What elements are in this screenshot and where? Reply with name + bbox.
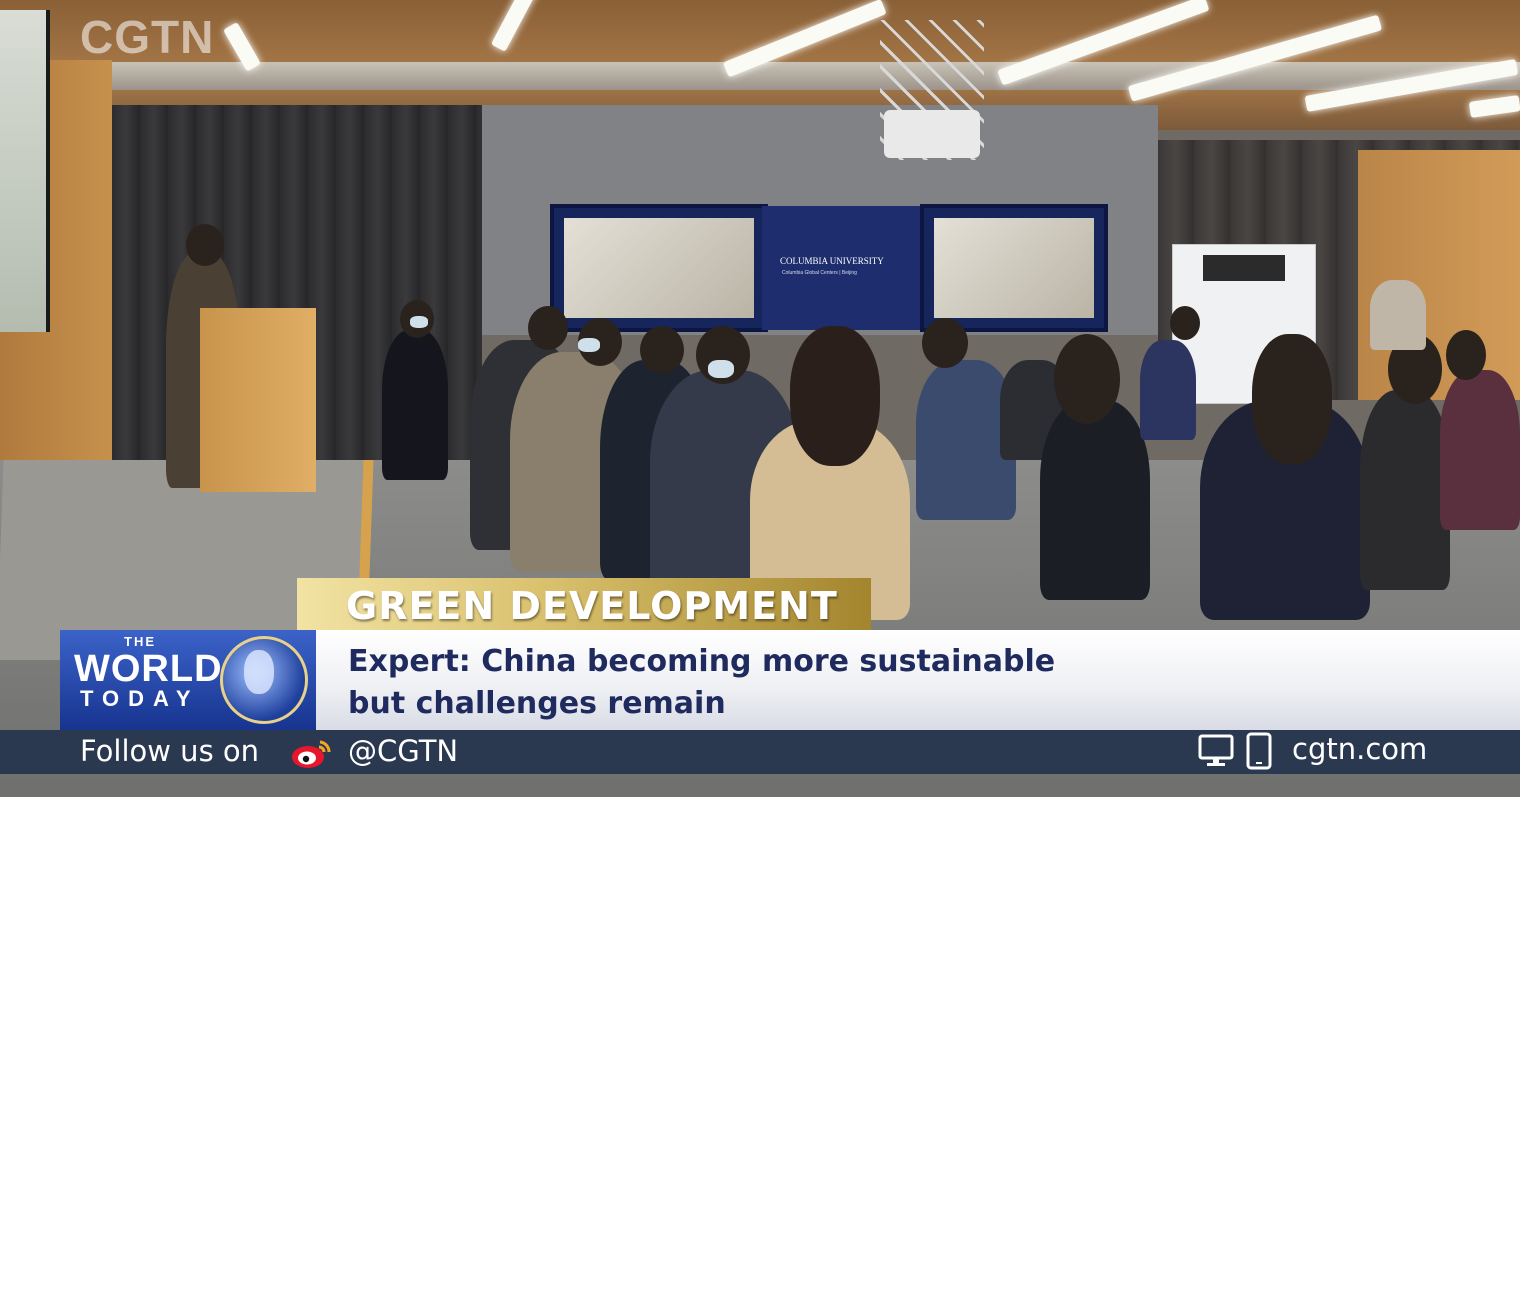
camera-operator: [1370, 280, 1426, 350]
ceiling-beam: [70, 62, 1520, 90]
audience-member: [1360, 390, 1450, 590]
program-logo-the: THE: [124, 634, 156, 649]
website-label: cgtn.com: [1292, 732, 1428, 766]
audience-head: [790, 326, 880, 466]
audience-head: [922, 318, 968, 368]
social-handle: @CGTN: [348, 734, 459, 768]
audience-head: [1252, 334, 1332, 464]
phone-icon: [1246, 732, 1272, 770]
university-banner: COLUMBIA UNIVERSITY Columbia Global Cent…: [762, 206, 920, 330]
face-mask: [578, 338, 600, 352]
program-logo-world: WORLD: [74, 648, 223, 690]
face-mask: [410, 316, 428, 328]
audience-head: [1054, 334, 1120, 424]
speaker-head: [186, 224, 224, 266]
podium: [200, 308, 316, 492]
staff-member: [382, 330, 448, 480]
headline-line-1: Expert: China becoming more sustainable: [348, 644, 1056, 679]
program-logo-today: TODAY: [80, 686, 200, 711]
banner-subtitle: Columbia Global Centers | Beijing: [782, 270, 857, 276]
headline-line-2: but challenges remain: [348, 686, 726, 721]
display-screen-right: [920, 204, 1108, 332]
audience-member: [1440, 370, 1520, 530]
channel-logo: CGTN: [80, 11, 215, 63]
audience-member: [1040, 400, 1150, 600]
projection-screen: [0, 10, 50, 332]
audience-member: [1140, 340, 1196, 440]
face-mask: [708, 360, 734, 378]
audience-head: [640, 326, 684, 374]
display-screen-left: [550, 204, 768, 332]
weibo-icon: [292, 740, 331, 768]
audience-head: [1170, 306, 1200, 340]
audience-head: [528, 306, 568, 350]
audience-head: [1446, 330, 1486, 380]
banner-title: COLUMBIA UNIVERSITY: [780, 256, 884, 266]
projector: [884, 110, 980, 158]
follow-label: Follow us on: [80, 734, 260, 768]
globe-landmass: [244, 650, 274, 694]
category-label: GREEN DEVELOPMENT: [346, 584, 838, 628]
video-frame: COLUMBIA UNIVERSITY Columbia Global Cent…: [0, 0, 1520, 797]
monitor-icon: [1198, 734, 1234, 766]
